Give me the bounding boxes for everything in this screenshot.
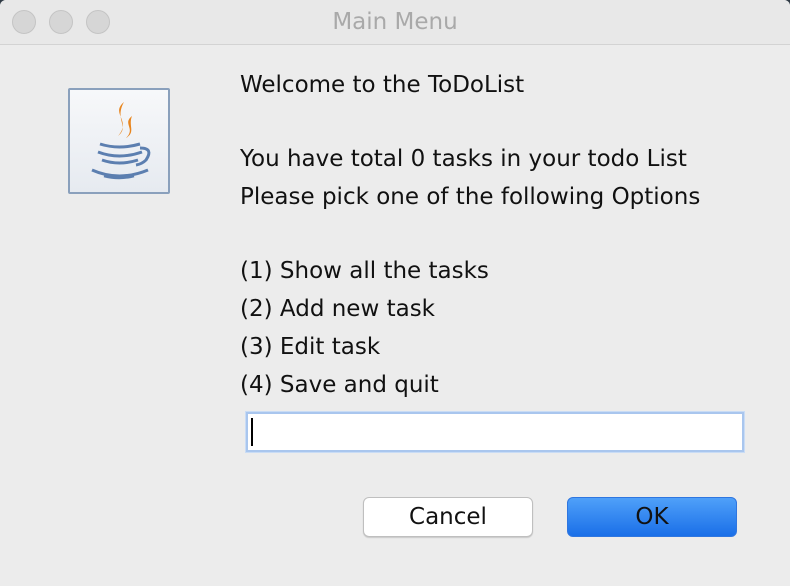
option-input[interactable] (246, 412, 744, 452)
option-edit-task: (3) Edit task (240, 334, 381, 360)
java-icon (68, 88, 170, 194)
total-tasks-text: You have total 0 tasks in your todo List (240, 146, 687, 172)
option-show-all: (1) Show all the tasks (240, 258, 489, 284)
cancel-button[interactable]: Cancel (363, 497, 533, 537)
ok-button[interactable]: OK (567, 497, 737, 537)
prompt-text: Please pick one of the following Options (240, 184, 701, 210)
title-bar[interactable]: Main Menu (0, 0, 790, 45)
dialog-window: Main Menu Welcome to the ToDoList You ha… (0, 0, 790, 586)
window-title: Main Menu (332, 9, 458, 35)
welcome-text: Welcome to the ToDoList (240, 72, 525, 98)
option-save-quit: (4) Save and quit (240, 372, 439, 398)
option-add-task: (2) Add new task (240, 296, 435, 322)
text-caret (251, 418, 253, 446)
